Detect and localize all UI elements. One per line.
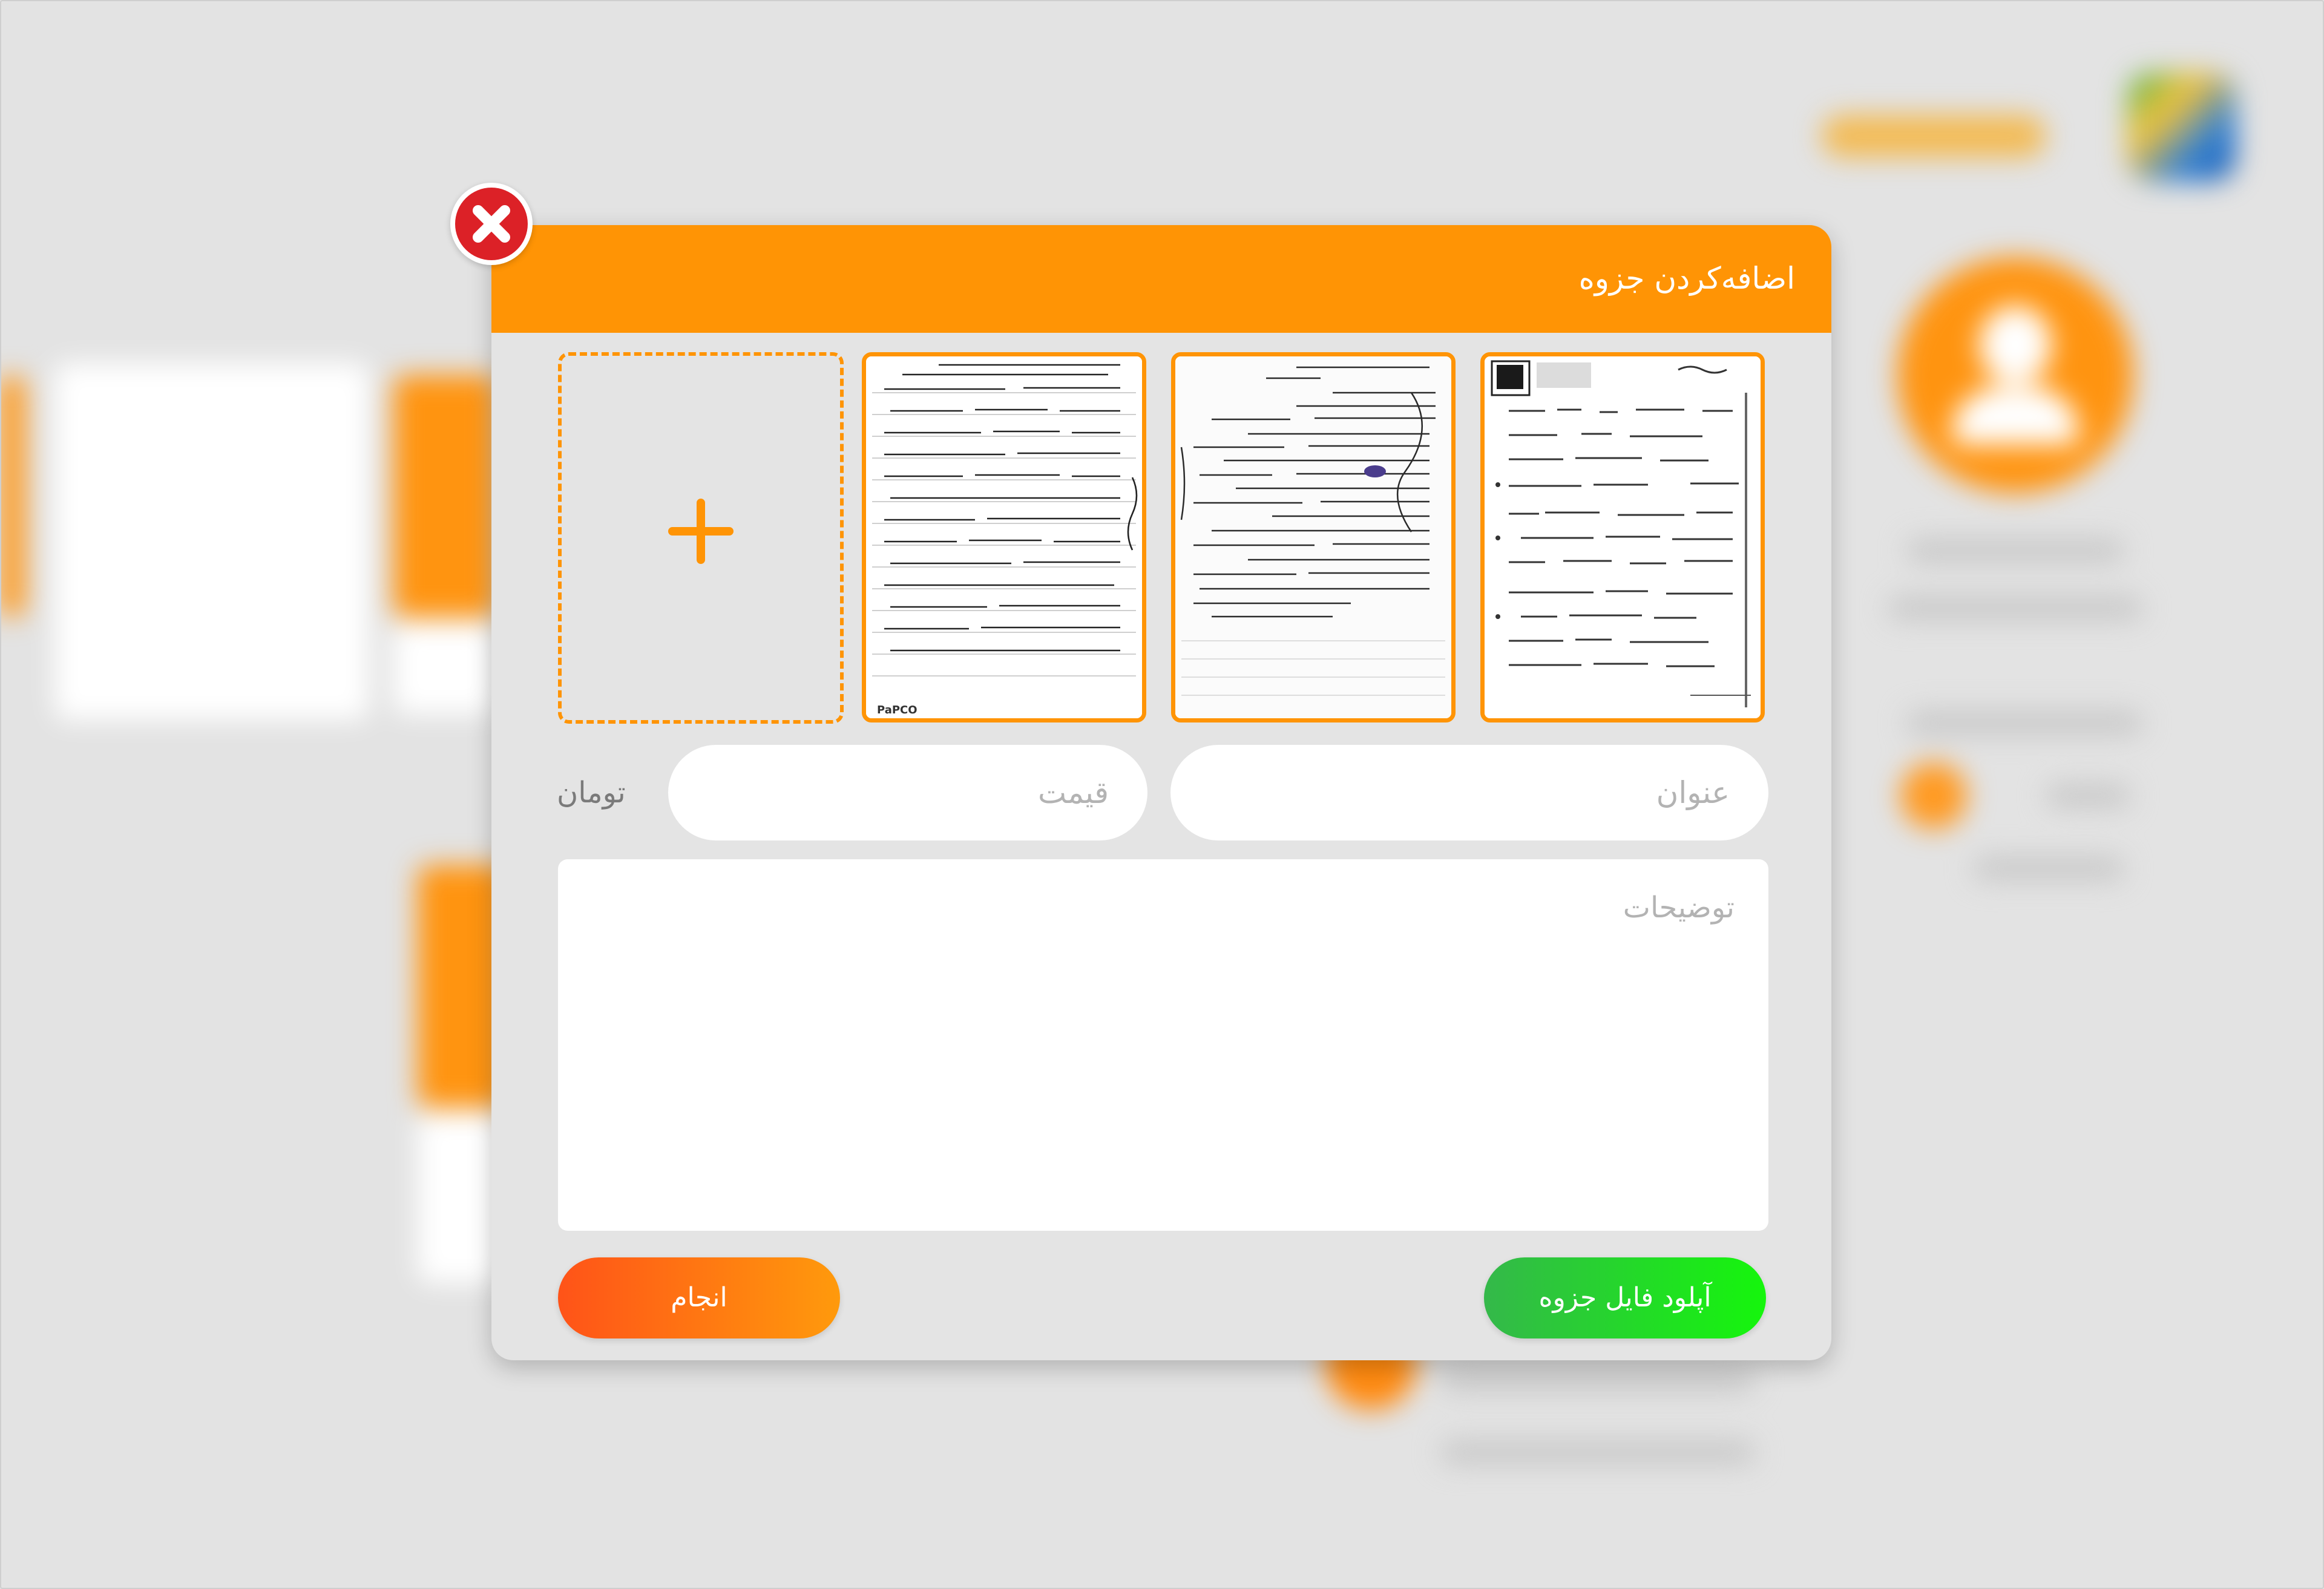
upload-file-button[interactable]: آپلود فایل جزوه (1484, 1257, 1766, 1338)
close-button[interactable] (450, 183, 533, 265)
thumbnail-note-page-3[interactable]: PaPCO (862, 352, 1146, 722)
dialog-header: اضافه‌کردن جزوه (491, 225, 1831, 333)
handwritten-page-image: PaPCO (866, 356, 1142, 718)
title-input[interactable] (1170, 745, 1768, 840)
thumbnail-note-page-1[interactable] (1480, 352, 1765, 722)
close-button-circle (455, 188, 528, 260)
description-textarea[interactable] (558, 859, 1768, 1231)
dialog-title: اضافه‌کردن جزوه (1578, 261, 1795, 296)
close-icon (473, 205, 510, 243)
screen: اضافه‌کردن جزوه (0, 0, 2324, 1589)
done-button[interactable]: انجام (558, 1257, 840, 1338)
currency-label: تومان (557, 776, 626, 810)
handwritten-page-image (1175, 356, 1451, 718)
thumbnail-note-page-2[interactable] (1171, 352, 1456, 722)
paper-brand-mark: PaPCO (877, 704, 917, 716)
price-input[interactable] (668, 745, 1147, 840)
add-image-tile[interactable] (558, 352, 844, 724)
handwritten-page-image (1485, 356, 1761, 718)
plus-icon (668, 499, 734, 564)
